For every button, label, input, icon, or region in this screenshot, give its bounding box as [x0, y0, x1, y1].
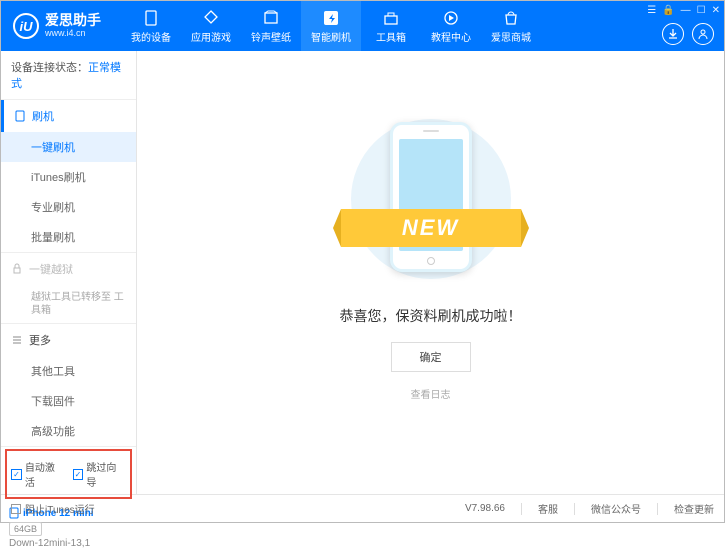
checkbox-跳过向导[interactable]: ✓跳过向导	[73, 459, 127, 489]
sidebar-item-下载固件[interactable]: 下载固件	[1, 386, 136, 416]
confirm-button[interactable]: 确定	[391, 342, 471, 372]
flash-header-label: 刷机	[32, 108, 54, 124]
nav-media[interactable]: 铃声壁纸	[241, 1, 301, 51]
sidebar-item-专业刷机[interactable]: 专业刷机	[1, 192, 136, 222]
sidebar-item-其他工具[interactable]: 其他工具	[1, 356, 136, 386]
nav-label: 铃声壁纸	[251, 29, 291, 44]
tutorial-icon	[442, 9, 460, 27]
nav-label: 工具箱	[376, 29, 406, 44]
nav-toolbox[interactable]: 工具箱	[361, 1, 421, 51]
maximize-button[interactable]: ☐	[697, 5, 706, 16]
lock-icon	[11, 263, 23, 275]
flash-icon	[322, 9, 340, 27]
options-checkboxes: ✓自动激活✓跳过向导	[5, 449, 132, 499]
window-controls: ☰ 🔒 — ☐ ✕	[647, 5, 720, 16]
sidebar-item-高级功能[interactable]: 高级功能	[1, 416, 136, 446]
nav-label: 智能刷机	[311, 29, 351, 44]
block-itunes-checkbox[interactable]	[11, 504, 21, 514]
block-itunes-label: 阻止iTunes运行	[25, 501, 95, 516]
main-content: NEW 恭喜您，保资料刷机成功啦！ 确定 查看日志	[137, 51, 724, 494]
user-button[interactable]	[692, 23, 714, 45]
jailbreak-header-label: 一键越狱	[29, 261, 73, 277]
minimize-button[interactable]: —	[681, 5, 691, 16]
connection-status: 设备连接状态：正常模式	[1, 51, 136, 100]
sidebar-section-more[interactable]: 更多	[1, 324, 136, 356]
new-ribbon: NEW	[341, 209, 521, 247]
nav-tutorial[interactable]: 教程中心	[421, 1, 481, 51]
wechat-link[interactable]: 微信公众号	[591, 501, 641, 516]
sidebar-item-一键刷机[interactable]: 一键刷机	[1, 132, 136, 162]
checkbox-icon: ✓	[73, 469, 84, 480]
logo-url: www.i4.cn	[45, 29, 101, 39]
more-header-label: 更多	[29, 332, 51, 348]
nav-label: 爱思商城	[491, 29, 531, 44]
success-message: 恭喜您，保资料刷机成功啦！	[340, 306, 522, 326]
nav-store[interactable]: 爱思商城	[481, 1, 541, 51]
checkbox-label: 跳过向导	[86, 459, 126, 489]
view-log-link[interactable]: 查看日志	[411, 386, 451, 401]
lock-icon[interactable]: 🔒	[662, 5, 674, 16]
toolbox-icon	[382, 9, 400, 27]
sidebar-section-flash[interactable]: 刷机	[1, 100, 136, 132]
device-firmware: Down-12mini-13,1	[9, 538, 128, 549]
nav-apps[interactable]: 应用游戏	[181, 1, 241, 51]
status-label: 设备连接状态：	[11, 62, 88, 74]
logo: iU 爱思助手 www.i4.cn	[1, 13, 113, 39]
phone-icon	[14, 110, 26, 122]
apps-icon	[202, 9, 220, 27]
checkbox-icon: ✓	[11, 469, 22, 480]
nav-flash[interactable]: 智能刷机	[301, 1, 361, 51]
nav-label: 应用游戏	[191, 29, 231, 44]
close-button[interactable]: ✕	[712, 5, 720, 16]
nav-device[interactable]: 我的设备	[121, 1, 181, 51]
app-header: iU 爱思助手 www.i4.cn 我的设备 应用游戏 铃声壁纸 智能刷机 工具箱 教程中…	[1, 1, 724, 51]
header-actions	[662, 23, 714, 45]
checkbox-label: 自动激活	[25, 459, 65, 489]
device-storage: 64GB	[9, 522, 42, 536]
sidebar-section-jailbreak: 一键越狱	[1, 253, 136, 285]
download-button[interactable]	[662, 23, 684, 45]
store-icon	[502, 9, 520, 27]
main-nav: 我的设备 应用游戏 铃声壁纸 智能刷机 工具箱 教程中心 爱思商城	[121, 1, 541, 51]
sidebar: 设备连接状态：正常模式 刷机 一键刷机iTunes刷机专业刷机批量刷机 一键越狱…	[1, 51, 137, 494]
version-label: V7.98.66	[465, 503, 505, 514]
menu-icon	[11, 334, 23, 346]
sidebar-item-iTunes刷机[interactable]: iTunes刷机	[1, 162, 136, 192]
nav-label: 我的设备	[131, 29, 171, 44]
logo-text: 爱思助手	[45, 13, 101, 28]
check-update-link[interactable]: 检查更新	[674, 501, 714, 516]
jailbreak-note: 越狱工具已转移至 工具箱	[1, 285, 136, 323]
menu-icon[interactable]: ☰	[647, 5, 656, 16]
customer-service-link[interactable]: 客服	[538, 501, 558, 516]
success-illustration: NEW	[356, 114, 506, 284]
logo-icon: iU	[13, 13, 39, 39]
media-icon	[262, 9, 280, 27]
sidebar-item-批量刷机[interactable]: 批量刷机	[1, 222, 136, 252]
nav-label: 教程中心	[431, 29, 471, 44]
device-icon	[142, 9, 160, 27]
checkbox-自动激活[interactable]: ✓自动激活	[11, 459, 65, 489]
